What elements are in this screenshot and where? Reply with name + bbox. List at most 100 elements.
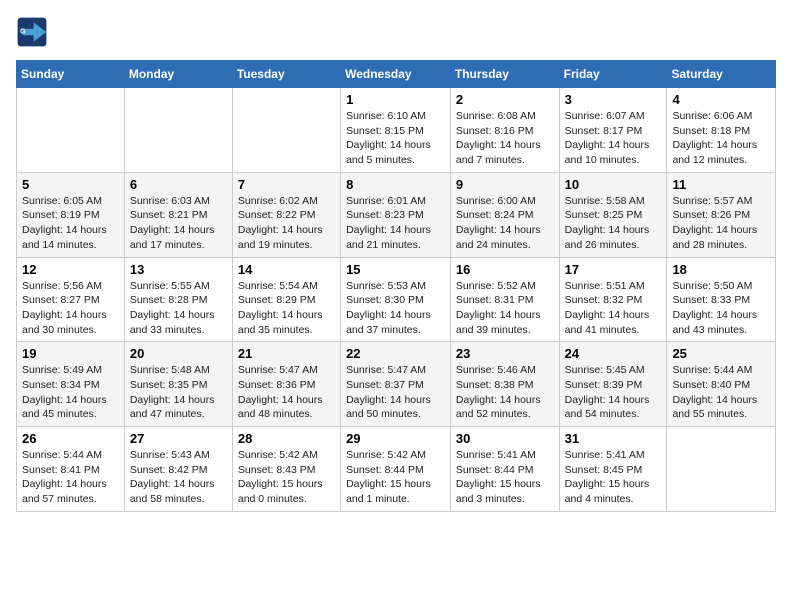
header-row: SundayMondayTuesdayWednesdayThursdayFrid… [17,61,776,88]
calendar-cell: 6 Sunrise: 6:03 AM Sunset: 8:21 PM Daylig… [124,172,232,257]
day-info: Sunrise: 5:53 AM Sunset: 8:30 PM Dayligh… [346,279,445,338]
calendar-cell: 14Sunrise: 5:54 AM Sunset: 8:29 PM Dayli… [232,257,340,342]
column-header-wednesday: Wednesday [341,61,451,88]
calendar-cell: 19 Sunrise: 5:49 AM Sunset: 8:34 PM Dayli… [17,342,125,427]
calendar-week-3: 12 Sunrise: 5:56 AM Sunset: 8:27 PM Dayli… [17,257,776,342]
day-number: 18 [672,262,770,277]
day-number: 13 [130,262,227,277]
day-info: Sunrise: 6:08 AM Sunset: 8:16 PM Dayligh… [456,109,554,168]
logo-icon: G [16,16,48,48]
day-number: 1 [346,92,445,107]
calendar-cell: 21Sunrise: 5:47 AM Sunset: 8:36 PM Dayli… [232,342,340,427]
calendar-cell: 30 Sunrise: 5:41 AM Sunset: 8:44 PM Dayli… [450,427,559,512]
calendar-cell: 28Sunrise: 5:42 AM Sunset: 8:43 PM Dayli… [232,427,340,512]
calendar-cell: 3 Sunrise: 6:07 AM Sunset: 8:17 PM Daylig… [559,88,667,173]
column-header-tuesday: Tuesday [232,61,340,88]
day-number: 6 [130,177,227,192]
calendar-cell: 20 Sunrise: 5:48 AM Sunset: 8:35 PM Dayli… [124,342,232,427]
day-number: 20 [130,346,227,361]
day-number: 17 [565,262,662,277]
day-info: Sunrise: 5:54 AM Sunset: 8:29 PM Dayligh… [238,279,335,338]
day-info: Sunrise: 5:46 AM Sunset: 8:38 PM Dayligh… [456,363,554,422]
day-info: Sunrise: 5:43 AM Sunset: 8:42 PM Dayligh… [130,448,227,507]
calendar-cell: 29 Sunrise: 5:42 AM Sunset: 8:44 PM Dayli… [341,427,451,512]
calendar-header: SundayMondayTuesdayWednesdayThursdayFrid… [17,61,776,88]
day-number: 15 [346,262,445,277]
calendar-cell: 12 Sunrise: 5:56 AM Sunset: 8:27 PM Dayli… [17,257,125,342]
calendar-cell [124,88,232,173]
calendar-cell: 5 Sunrise: 6:05 AM Sunset: 8:19 PM Daylig… [17,172,125,257]
day-info: Sunrise: 5:48 AM Sunset: 8:35 PM Dayligh… [130,363,227,422]
calendar-cell: 26 Sunrise: 5:44 AM Sunset: 8:41 PM Dayli… [17,427,125,512]
day-info: Sunrise: 6:05 AM Sunset: 8:19 PM Dayligh… [22,194,119,253]
day-number: 31 [565,431,662,446]
calendar-cell [17,88,125,173]
svg-text:G: G [20,27,26,36]
day-number: 5 [22,177,119,192]
calendar-table: SundayMondayTuesdayWednesdayThursdayFrid… [16,60,776,512]
calendar-cell: 15 Sunrise: 5:53 AM Sunset: 8:30 PM Dayli… [341,257,451,342]
calendar-week-1: 1 Sunrise: 6:10 AM Sunset: 8:15 PM Daylig… [17,88,776,173]
day-info: Sunrise: 6:02 AM Sunset: 8:22 PM Dayligh… [238,194,335,253]
day-info: Sunrise: 6:01 AM Sunset: 8:23 PM Dayligh… [346,194,445,253]
calendar-week-2: 5 Sunrise: 6:05 AM Sunset: 8:19 PM Daylig… [17,172,776,257]
day-number: 12 [22,262,119,277]
day-info: Sunrise: 6:10 AM Sunset: 8:15 PM Dayligh… [346,109,445,168]
calendar-cell: 2 Sunrise: 6:08 AM Sunset: 8:16 PM Daylig… [450,88,559,173]
day-info: Sunrise: 5:51 AM Sunset: 8:32 PM Dayligh… [565,279,662,338]
day-number: 8 [346,177,445,192]
day-number: 10 [565,177,662,192]
day-number: 21 [238,346,335,361]
day-info: Sunrise: 5:57 AM Sunset: 8:26 PM Dayligh… [672,194,770,253]
calendar-week-5: 26 Sunrise: 5:44 AM Sunset: 8:41 PM Dayli… [17,427,776,512]
calendar-cell: 18 Sunrise: 5:50 AM Sunset: 8:33 PM Dayli… [667,257,776,342]
calendar-cell: 1 Sunrise: 6:10 AM Sunset: 8:15 PM Daylig… [341,88,451,173]
day-number: 2 [456,92,554,107]
day-number: 16 [456,262,554,277]
calendar-cell: 31 Sunrise: 5:41 AM Sunset: 8:45 PM Dayli… [559,427,667,512]
day-info: Sunrise: 5:49 AM Sunset: 8:34 PM Dayligh… [22,363,119,422]
day-info: Sunrise: 5:52 AM Sunset: 8:31 PM Dayligh… [456,279,554,338]
day-info: Sunrise: 5:47 AM Sunset: 8:37 PM Dayligh… [346,363,445,422]
day-info: Sunrise: 5:42 AM Sunset: 8:44 PM Dayligh… [346,448,445,507]
calendar-cell: 23 Sunrise: 5:46 AM Sunset: 8:38 PM Dayli… [450,342,559,427]
day-number: 27 [130,431,227,446]
calendar-cell: 25 Sunrise: 5:44 AM Sunset: 8:40 PM Dayli… [667,342,776,427]
day-info: Sunrise: 5:41 AM Sunset: 8:44 PM Dayligh… [456,448,554,507]
day-number: 23 [456,346,554,361]
calendar-cell: 9Sunrise: 6:00 AM Sunset: 8:24 PM Daylig… [450,172,559,257]
day-number: 11 [672,177,770,192]
calendar-cell: 24Sunrise: 5:45 AM Sunset: 8:39 PM Dayli… [559,342,667,427]
calendar-cell: 22Sunrise: 5:47 AM Sunset: 8:37 PM Dayli… [341,342,451,427]
column-header-monday: Monday [124,61,232,88]
day-info: Sunrise: 5:44 AM Sunset: 8:40 PM Dayligh… [672,363,770,422]
day-number: 26 [22,431,119,446]
calendar-cell: 16 Sunrise: 5:52 AM Sunset: 8:31 PM Dayli… [450,257,559,342]
day-info: Sunrise: 5:44 AM Sunset: 8:41 PM Dayligh… [22,448,119,507]
day-info: Sunrise: 6:00 AM Sunset: 8:24 PM Dayligh… [456,194,554,253]
day-number: 29 [346,431,445,446]
calendar-cell [667,427,776,512]
day-number: 7 [238,177,335,192]
day-info: Sunrise: 5:58 AM Sunset: 8:25 PM Dayligh… [565,194,662,253]
page-header: G [16,16,776,48]
day-number: 3 [565,92,662,107]
calendar-cell: 11 Sunrise: 5:57 AM Sunset: 8:26 PM Dayli… [667,172,776,257]
day-number: 19 [22,346,119,361]
day-info: Sunrise: 5:41 AM Sunset: 8:45 PM Dayligh… [565,448,662,507]
day-number: 25 [672,346,770,361]
day-info: Sunrise: 6:03 AM Sunset: 8:21 PM Dayligh… [130,194,227,253]
day-info: Sunrise: 5:42 AM Sunset: 8:43 PM Dayligh… [238,448,335,507]
calendar-cell [232,88,340,173]
day-info: Sunrise: 6:07 AM Sunset: 8:17 PM Dayligh… [565,109,662,168]
calendar-cell: 7 Sunrise: 6:02 AM Sunset: 8:22 PM Daylig… [232,172,340,257]
column-header-thursday: Thursday [450,61,559,88]
day-info: Sunrise: 5:56 AM Sunset: 8:27 PM Dayligh… [22,279,119,338]
day-info: Sunrise: 5:55 AM Sunset: 8:28 PM Dayligh… [130,279,227,338]
calendar-cell: 27 Sunrise: 5:43 AM Sunset: 8:42 PM Dayli… [124,427,232,512]
day-info: Sunrise: 5:50 AM Sunset: 8:33 PM Dayligh… [672,279,770,338]
calendar-cell: 13 Sunrise: 5:55 AM Sunset: 8:28 PM Dayli… [124,257,232,342]
day-info: Sunrise: 6:06 AM Sunset: 8:18 PM Dayligh… [672,109,770,168]
day-number: 30 [456,431,554,446]
logo: G [16,16,52,48]
